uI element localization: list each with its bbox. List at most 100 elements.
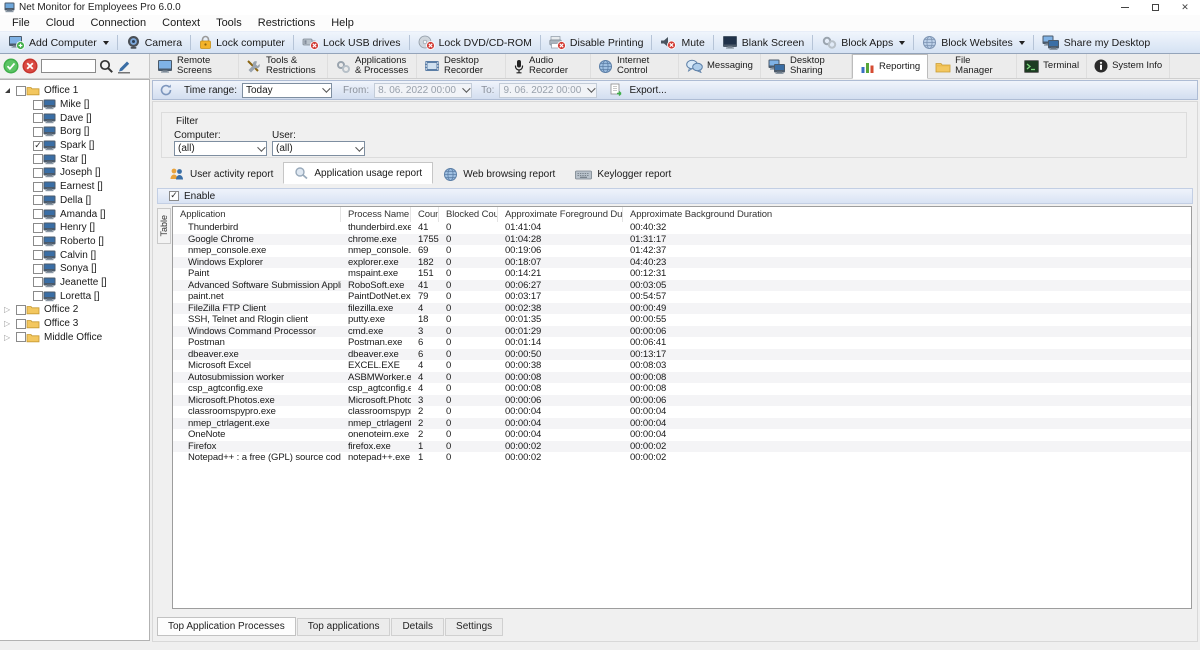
column-header-approximate-foreground-duration[interactable]: Approximate Foreground Duration [498,207,623,222]
expander-closed-icon[interactable]: ▷ [4,305,10,314]
table-row[interactable]: paint.netPaintDotNet.exe79000:03:1700:54… [173,291,1191,303]
tree-checkbox[interactable] [33,195,43,205]
tab-reporting[interactable]: Reporting [852,54,928,79]
tree-item-mike-[interactable]: Mike [] [0,98,149,112]
tree-checkbox[interactable] [33,100,43,110]
tree-item-dave-[interactable]: Dave [] [0,111,149,125]
edit-icon[interactable] [117,59,132,74]
computer-filter-select[interactable]: (all) [174,141,267,156]
refresh-icon[interactable] [159,83,173,97]
disconnect-all-icon[interactable] [22,58,38,74]
maximize-button[interactable] [1140,0,1170,15]
table-row[interactable]: Advanced Software Submission Application… [173,280,1191,292]
table-row[interactable]: PostmanPostman.exe6000:01:1400:06:41 [173,337,1191,349]
tree-checkbox[interactable] [33,168,43,178]
menu-item-file[interactable]: File [4,15,38,31]
tab-system-info[interactable]: System Info [1087,54,1170,78]
to-date-select[interactable]: 9. 06. 2022 00:00 [499,83,597,98]
tree-checkbox[interactable] [16,86,26,96]
tree-item-amanda-[interactable]: Amanda [] [0,207,149,221]
tree-checkbox[interactable] [33,277,43,287]
tree-item-spark-[interactable]: Spark [] [0,139,149,153]
tree-checkbox[interactable] [33,291,43,301]
tree-checkbox[interactable] [33,209,43,219]
expander-open-icon[interactable] [5,88,10,93]
table-side-tab[interactable]: Table [157,208,171,244]
export-icon[interactable] [610,83,624,97]
menu-item-context[interactable]: Context [154,15,208,31]
tree-item-sonya-[interactable]: Sonya [] [0,262,149,276]
user-filter-select[interactable]: (all) [272,141,365,156]
report-tab-user-activity-report[interactable]: User activity report [159,164,283,184]
tab-desktop-sharing[interactable]: Desktop Sharing [761,54,852,78]
expander-closed-icon[interactable]: ▷ [4,333,10,342]
table-row[interactable]: csp_agtconfig.execsp_agtconfig.exe4000:0… [173,383,1191,395]
table-row[interactable]: Windows Explorerexplorer.exe182000:18:07… [173,257,1191,269]
tree-checkbox[interactable] [33,236,43,246]
tree-checkbox[interactable] [33,223,43,233]
table-row[interactable]: Google Chromechrome.exe1755001:04:2801:3… [173,234,1191,246]
tree-item-joseph-[interactable]: Joseph [] [0,166,149,180]
tree-group-office-1[interactable]: Office 1 [0,84,149,98]
tree-item-della-[interactable]: Della [] [0,194,149,208]
enable-checkbox[interactable] [169,191,179,201]
menu-item-cloud[interactable]: Cloud [38,15,83,31]
close-button[interactable]: ✕ [1170,0,1200,15]
tree-group-office-2[interactable]: ▷Office 2 [0,303,149,317]
tab-messaging[interactable]: Messaging [679,54,761,78]
search-icon[interactable] [99,59,114,74]
bottom-tab-settings[interactable]: Settings [445,618,503,636]
table-row[interactable]: Paintmspaint.exe151000:14:2100:12:31 [173,268,1191,280]
lock-computer-button[interactable]: Lock computer [191,32,293,53]
tab-desktop-recorder[interactable]: Desktop Recorder [417,54,506,78]
tree-checkbox[interactable] [33,141,43,151]
report-tab-keylogger-report[interactable]: Keylogger report [565,164,681,184]
menu-item-restrictions[interactable]: Restrictions [250,15,323,31]
search-input[interactable] [41,59,96,73]
tree-checkbox[interactable] [16,305,26,315]
add-computer-button[interactable]: Add Computer [0,32,117,53]
block-apps-button[interactable]: Block Apps [813,32,913,53]
column-header-approximate-background-duration[interactable]: Approximate Background Duration [623,207,1191,222]
table-row[interactable]: nmep_ctrlagent.exenmep_ctrlagent.exe2000… [173,418,1191,430]
table-row[interactable]: Firefoxfirefox.exe1000:00:0200:00:02 [173,441,1191,453]
tree-checkbox[interactable] [33,127,43,137]
minimize-button[interactable] [1110,0,1140,15]
tab-file-manager[interactable]: File Manager [928,54,1017,78]
menu-item-help[interactable]: Help [323,15,362,31]
block-websites-button[interactable]: Block Websites [914,32,1033,53]
tree-checkbox[interactable] [33,154,43,164]
tab-terminal[interactable]: Terminal [1017,54,1087,78]
column-header-count[interactable]: Count [411,207,439,222]
menu-item-tools[interactable]: Tools [208,15,250,31]
tree-checkbox[interactable] [16,319,26,329]
tree-group-middle-office[interactable]: ▷Middle Office [0,330,149,344]
tree-item-star-[interactable]: Star [] [0,152,149,166]
report-tab-web-browsing-report[interactable]: Web browsing report [433,164,565,184]
table-row[interactable]: Microsoft.Photos.exeMicrosoft.Photos.exe… [173,395,1191,407]
column-header-process-name[interactable]: Process Name [341,207,411,222]
tree-item-earnest-[interactable]: Earnest [] [0,180,149,194]
camera-button[interactable]: Camera [118,32,190,53]
column-header-blocked-count[interactable]: Blocked Count [439,207,498,222]
blank-screen-button[interactable]: Blank Screen [714,32,812,53]
table-row[interactable]: OneNoteonenoteim.exe2000:00:0400:00:04 [173,429,1191,441]
table-row[interactable]: Autosubmission workerASBMWorker.exe4000:… [173,372,1191,384]
time-range-select[interactable]: Today [242,83,332,98]
mute-button[interactable]: Mute [652,32,712,53]
tree-item-borg-[interactable]: Borg [] [0,125,149,139]
bottom-tab-details[interactable]: Details [391,618,444,636]
tab-tools-restrictions[interactable]: Tools & Restrictions [239,54,328,78]
bottom-tab-top-application-processes[interactable]: Top Application Processes [157,617,296,636]
table-row[interactable]: nmep_console.exenmep_console.exe69000:19… [173,245,1191,257]
expander-closed-icon[interactable]: ▷ [4,319,10,328]
disable-printing-button[interactable]: Disable Printing [541,32,652,53]
tree-item-jeanette-[interactable]: Jeanette [] [0,276,149,290]
tree-item-calvin-[interactable]: Calvin [] [0,248,149,262]
connect-all-icon[interactable] [3,58,19,74]
tree-checkbox[interactable] [16,332,26,342]
table-row[interactable]: SSH, Telnet and Rlogin clientputty.exe18… [173,314,1191,326]
tree-item-loretta-[interactable]: Loretta [] [0,289,149,303]
tab-internet-control[interactable]: Internet Control [591,54,679,78]
tab-audio-recorder[interactable]: Audio Recorder [506,54,591,78]
